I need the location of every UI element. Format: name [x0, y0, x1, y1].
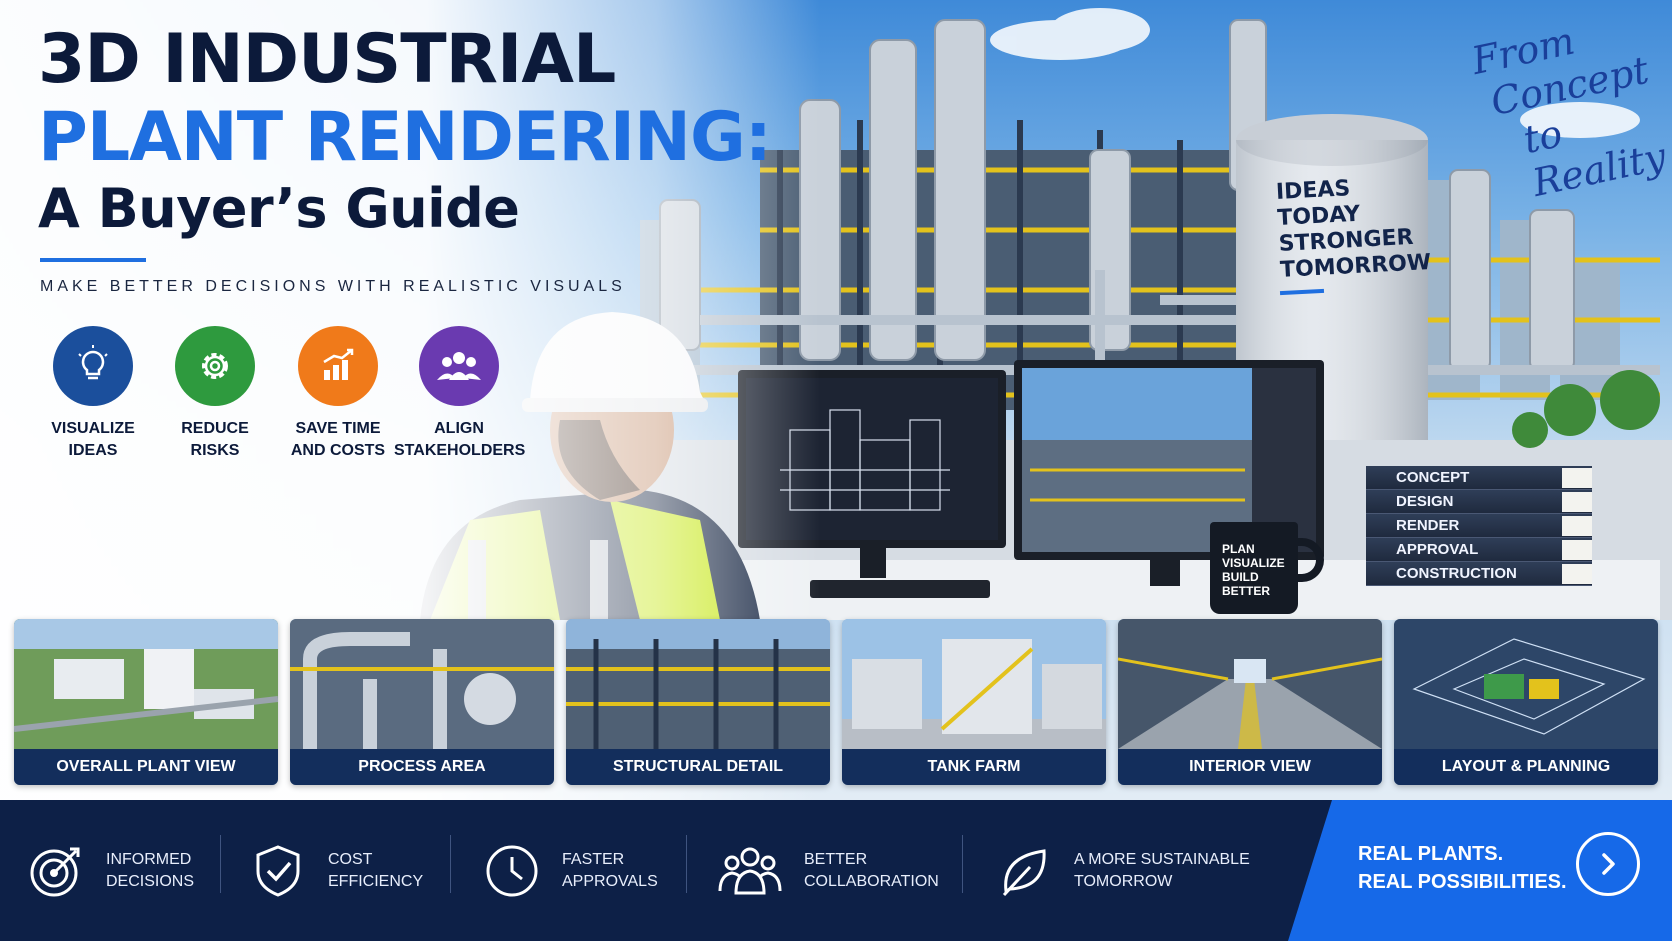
- thumbnail-structural-detail[interactable]: STRUCTURAL DETAIL: [566, 619, 830, 785]
- feature-sustainable-tomorrow: A MORE SUSTAINABLE TOMORROW: [996, 800, 1250, 941]
- cta-text: REAL PLANTS. REAL POSSIBILITIES.: [1358, 843, 1567, 893]
- title-block: 3D INDUSTRIAL PLANT RENDERING: A Buyer’s…: [38, 20, 772, 240]
- subtitle: MAKE BETTER DECISIONS WITH REALISTIC VIS…: [40, 278, 626, 295]
- mug: PLAN VISUALIZE BUILD BETTER: [1210, 522, 1298, 614]
- binder-approval: APPROVAL: [1366, 538, 1592, 562]
- thumbnail-caption: LAYOUT & PLANNING: [1394, 749, 1658, 785]
- thumbnail-caption: OVERALL PLANT VIEW: [14, 749, 278, 785]
- benefit-visualize-ideas: VISUALIZE IDEAS: [28, 326, 158, 462]
- thumbnail-caption: STRUCTURAL DETAIL: [566, 749, 830, 785]
- thumbnail-interior-view[interactable]: INTERIOR VIEW: [1118, 619, 1382, 785]
- clock-icon: [486, 845, 538, 896]
- binder-stack: CONCEPT DESIGN RENDER APPROVAL CONSTRUCT…: [1366, 466, 1592, 586]
- gear-icon: [175, 326, 255, 406]
- thumbnail-caption: TANK FARM: [842, 749, 1106, 785]
- feature-divider: [450, 835, 451, 893]
- binder-construction: CONSTRUCTION: [1366, 562, 1592, 586]
- benefit-label: SAVE TIME AND COSTS: [290, 420, 386, 459]
- benefit-reduce-risks: REDUCE RISKS: [150, 326, 280, 462]
- title-line-1: 3D INDUSTRIAL: [38, 20, 616, 99]
- shield-check-icon: [256, 844, 300, 897]
- thumbnail-process-area[interactable]: PROCESS AREA: [290, 619, 554, 785]
- feature-faster-approvals: FASTER APPROVALS: [484, 800, 658, 941]
- chevron-right-icon: [1602, 853, 1615, 875]
- feature-divider: [686, 835, 687, 893]
- title-line-3: A Buyer’s Guide: [38, 177, 520, 240]
- benefits-row: VISUALIZE IDEAS REDUCE RISKS SAVE TIME AND …: [28, 326, 528, 466]
- thumbnail-tank-farm[interactable]: TANK FARM: [842, 619, 1106, 785]
- feature-informed-decisions: INFORMED DECISIONS: [28, 800, 194, 941]
- thumbnail-layout-planning[interactable]: LAYOUT & PLANNING: [1394, 619, 1658, 785]
- leaf-icon: [1002, 848, 1046, 896]
- thumbnail-gallery: OVERALL PLANT VIEW PROCESS AREA STRUCTUR…: [14, 619, 1660, 785]
- growth-chart-icon: [298, 326, 378, 406]
- thumbnail-caption: PROCESS AREA: [290, 749, 554, 785]
- benefit-save-time: SAVE TIME AND COSTS: [273, 326, 403, 462]
- feature-divider: [962, 835, 963, 893]
- title-line-2: PLANT RENDERING:: [38, 98, 772, 177]
- binder-concept: CONCEPT: [1366, 466, 1592, 490]
- lightbulb-icon: [53, 326, 133, 406]
- people-group-icon: [419, 326, 499, 406]
- team-icon: [718, 847, 782, 894]
- benefit-label: ALIGN STAKEHOLDERS: [394, 420, 526, 459]
- thumbnail-overall-plant-view[interactable]: OVERALL PLANT VIEW: [14, 619, 278, 785]
- benefit-label: REDUCE RISKS: [181, 420, 249, 459]
- benefit-align-stakeholders: ALIGN STAKEHOLDERS: [394, 326, 526, 462]
- thumbnail-caption: INTERIOR VIEW: [1118, 749, 1382, 785]
- feature-better-collaboration: BETTER COLLABORATION: [718, 800, 939, 941]
- binder-design: DESIGN: [1366, 490, 1592, 514]
- feature-divider: [220, 835, 221, 893]
- binder-render: RENDER: [1366, 514, 1592, 538]
- benefit-label: VISUALIZE IDEAS: [51, 420, 135, 459]
- target-icon: [30, 847, 80, 896]
- cta-next-button[interactable]: [1576, 832, 1640, 896]
- feature-cost-efficiency: COST EFFICIENCY: [250, 800, 423, 941]
- title-underline: [40, 258, 146, 262]
- tank-slogan: IDEAS TODAY STRONGER TOMORROW: [1275, 176, 1432, 283]
